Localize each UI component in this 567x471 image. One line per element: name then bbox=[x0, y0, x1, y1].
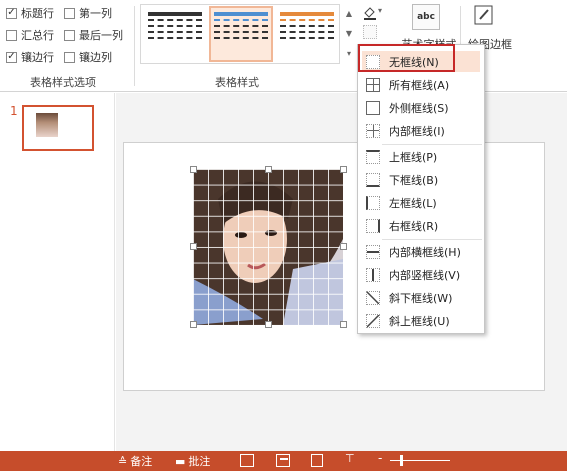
diagonal-up-border-icon bbox=[366, 313, 380, 328]
menu-item-outside-borders[interactable]: 外侧框线(S) bbox=[362, 97, 480, 118]
banded-rows-label: 镶边行 bbox=[21, 51, 54, 64]
menu-item-label: 斜下框线(W) bbox=[389, 291, 453, 305]
header-row-label: 标题行 bbox=[21, 7, 54, 20]
inside-vertical-border-icon bbox=[366, 267, 380, 282]
menu-item-label: 外侧框线(S) bbox=[389, 101, 449, 115]
menu-item-label: 内部框线(I) bbox=[389, 124, 445, 138]
table-style-blue[interactable] bbox=[209, 6, 273, 62]
outside-borders-icon bbox=[366, 100, 380, 115]
menu-item-label: 内部横框线(H) bbox=[389, 245, 461, 259]
menu-item-diagonal-down-border[interactable]: 斜下框线(W) bbox=[362, 287, 480, 308]
draw-table-icon[interactable] bbox=[474, 4, 494, 26]
menu-separator bbox=[382, 144, 482, 145]
thumbnail-photo bbox=[36, 113, 58, 137]
menu-item-left-border[interactable]: 左框线(L) bbox=[362, 192, 480, 213]
reading-view-icon[interactable] bbox=[311, 454, 323, 467]
shading-bucket-icon[interactable] bbox=[362, 4, 378, 20]
notes-button[interactable]: ≙ 备注 bbox=[118, 453, 152, 469]
last-column-checkbox[interactable] bbox=[64, 29, 75, 41]
resize-handle-left[interactable] bbox=[190, 243, 197, 250]
menu-item-label: 左框线(L) bbox=[389, 196, 437, 210]
banded-rows-checkbox[interactable]: ✓ bbox=[6, 51, 17, 63]
zoom-out-icon[interactable]: - bbox=[378, 451, 382, 465]
banded-columns-checkbox[interactable] bbox=[64, 51, 75, 63]
slide-number: 1 bbox=[10, 104, 18, 118]
table-style-orange[interactable] bbox=[277, 8, 337, 60]
right-border-icon bbox=[366, 218, 380, 233]
total-row-checkbox[interactable] bbox=[6, 29, 17, 41]
all-borders-icon bbox=[366, 77, 380, 92]
banded-columns-option[interactable]: 镶边列 bbox=[64, 49, 112, 65]
slide-thumbnail[interactable] bbox=[22, 105, 94, 151]
total-row-option[interactable]: 汇总行 bbox=[6, 27, 54, 43]
comments-button[interactable]: ▬ 批注 bbox=[175, 453, 210, 469]
resize-handle-right[interactable] bbox=[340, 243, 347, 250]
header-row-option[interactable]: ✓ 标题行 bbox=[6, 5, 54, 21]
slideshow-icon[interactable]: ⊤ bbox=[345, 452, 355, 465]
first-column-option[interactable]: 第一列 bbox=[64, 5, 112, 21]
menu-item-inside-horizontal-border[interactable]: 内部横框线(H) bbox=[362, 241, 480, 262]
group-divider bbox=[134, 6, 135, 86]
highlight-annotation-box bbox=[358, 44, 455, 72]
zoom-slider-thumb[interactable] bbox=[400, 455, 403, 466]
borders-button-icon[interactable] bbox=[362, 25, 378, 41]
total-row-label: 汇总行 bbox=[21, 29, 54, 42]
resize-handle-bottom-right[interactable] bbox=[340, 321, 347, 328]
resize-handle-top-right[interactable] bbox=[340, 166, 347, 173]
menu-item-diagonal-up-border[interactable]: 斜上框线(U) bbox=[362, 310, 480, 331]
notes-icon: ≙ bbox=[118, 454, 128, 468]
inside-borders-icon bbox=[366, 123, 380, 138]
menu-item-label: 上框线(P) bbox=[389, 150, 438, 164]
resize-handle-bottom-left[interactable] bbox=[190, 321, 197, 328]
wordart-icon[interactable]: abc bbox=[411, 4, 441, 32]
menu-item-label: 右框线(R) bbox=[389, 219, 439, 233]
table-styles-group-label: 表格样式 bbox=[215, 76, 259, 89]
menu-item-label: 斜上框线(U) bbox=[389, 314, 450, 328]
menu-item-inside-vertical-border[interactable]: 内部竖框线(V) bbox=[362, 264, 480, 285]
bottom-border-icon bbox=[366, 172, 380, 187]
menu-item-all-borders[interactable]: 所有框线(A) bbox=[362, 74, 480, 95]
resize-handle-bottom[interactable] bbox=[265, 321, 272, 328]
first-column-label: 第一列 bbox=[79, 7, 112, 20]
status-bar: ≙ 备注 ▬ 批注 ⊤ - bbox=[0, 451, 567, 471]
first-column-checkbox[interactable] bbox=[64, 7, 75, 19]
resize-handle-top-left[interactable] bbox=[190, 166, 197, 173]
banded-columns-label: 镶边列 bbox=[79, 51, 112, 64]
table-styles-gallery bbox=[140, 4, 340, 64]
inside-horizontal-border-icon bbox=[366, 244, 380, 259]
last-column-option[interactable]: 最后一列 bbox=[64, 27, 123, 43]
menu-item-label: 所有框线(A) bbox=[389, 78, 450, 92]
header-row-checkbox[interactable]: ✓ bbox=[6, 7, 17, 19]
banded-rows-option[interactable]: ✓ 镶边行 bbox=[6, 49, 54, 65]
diagonal-down-border-icon bbox=[366, 290, 380, 305]
menu-item-top-border[interactable]: 上框线(P) bbox=[362, 146, 480, 167]
menu-item-right-border[interactable]: 右框线(R) bbox=[362, 215, 480, 236]
borders-dropdown-menu: 无框线(N) 所有框线(A) 外侧框线(S) 内部框线(I) 上框线(P) 下框… bbox=[357, 44, 485, 334]
slide-sorter-icon[interactable] bbox=[276, 454, 290, 467]
gallery-more-icon[interactable]: ▾ bbox=[343, 44, 355, 62]
notes-label: 备注 bbox=[130, 455, 153, 468]
menu-item-label: 内部竖框线(V) bbox=[389, 268, 461, 282]
last-column-label: 最后一列 bbox=[79, 29, 123, 42]
table-style-dark[interactable] bbox=[145, 8, 205, 60]
gallery-scroll-down-icon[interactable]: ▼ bbox=[343, 24, 355, 42]
menu-separator bbox=[382, 239, 482, 240]
left-border-icon bbox=[366, 195, 380, 210]
gallery-scroll-up-icon[interactable]: ▲ bbox=[343, 4, 355, 22]
resize-handle-top[interactable] bbox=[265, 166, 272, 173]
menu-item-bottom-border[interactable]: 下框线(B) bbox=[362, 169, 480, 190]
zoom-slider-track[interactable] bbox=[390, 460, 450, 461]
shading-dropdown-icon[interactable]: ▾ bbox=[378, 6, 382, 15]
comments-label: 批注 bbox=[188, 455, 211, 468]
top-border-icon bbox=[366, 149, 380, 164]
normal-view-icon[interactable] bbox=[240, 454, 254, 467]
menu-item-inside-borders[interactable]: 内部框线(I) bbox=[362, 120, 480, 141]
comment-icon: ▬ bbox=[175, 454, 186, 468]
table-gridlines bbox=[193, 169, 343, 325]
menu-item-label: 下框线(B) bbox=[389, 173, 439, 187]
table-style-options-group-label: 表格样式选项 bbox=[30, 76, 96, 89]
